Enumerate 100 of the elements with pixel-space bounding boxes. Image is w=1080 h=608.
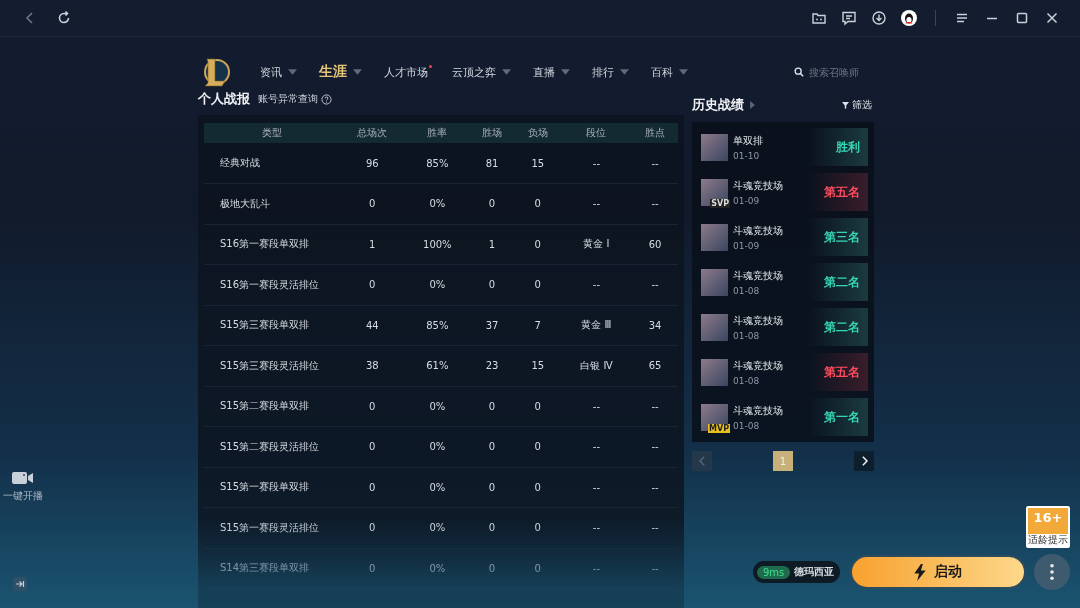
nav-tab[interactable]: 资讯 [260,62,282,82]
table-cell: 0 [339,183,406,224]
table-cell: -- [560,507,633,548]
table-cell: 0% [405,386,470,427]
table-cell: 0% [405,426,470,467]
caret-icon[interactable] [679,69,688,75]
match-mode: 斗魂竞技场 [733,403,784,418]
column-header: 胜点 [632,123,678,143]
table-cell: S15第三赛段单双排 [204,305,339,346]
search-icon[interactable] [794,67,804,77]
column-header: 胜场 [469,123,515,143]
table-cell: 0 [339,386,406,427]
table-cell: -- [560,426,633,467]
match-row[interactable]: 斗魂竞技场 01-08 第五名 [698,353,868,391]
help-icon[interactable] [321,93,332,105]
camera-icon[interactable] [12,471,34,485]
caret-icon[interactable] [502,69,511,75]
more-icon[interactable] [1034,554,1071,590]
folder-icon[interactable] [811,10,827,26]
table-cell: 81 [469,143,515,184]
table-cell: 61% [405,345,470,386]
table-cell: 1 [469,224,515,265]
table-cell: 0 [469,467,515,508]
column-header: 负场 [514,123,561,143]
table-cell: 极地大乱斗 [204,183,339,224]
game-logo[interactable] [202,57,230,87]
table-cell: 23 [469,345,515,386]
table-cell: -- [632,143,678,184]
table-cell: 44 [339,305,406,346]
rank-badge: MVP [708,423,730,433]
match-row[interactable]: 斗魂竞技场 01-09 第三名 [698,218,868,256]
match-row[interactable]: 斗魂竞技场 01-08 第二名 [698,308,868,346]
table-cell: -- [560,183,633,224]
match-date: 01-09 [733,195,761,206]
table-cell: S15第三赛段灵活排位 [204,345,339,386]
table-cell: 0 [339,264,406,305]
maximize-icon[interactable] [1014,10,1030,26]
match-row[interactable]: MVP 斗魂竞技场 01-08 第一名 [698,398,868,436]
table-cell: 0 [514,548,561,589]
champion-portrait [701,358,728,386]
search-field[interactable]: 搜索召唤师 [809,66,879,78]
start-live-label[interactable]: 一键开播 [3,489,43,503]
nav-tab[interactable]: 百科 [651,62,673,82]
match-date: 01-08 [733,330,761,341]
caret-icon[interactable] [288,69,297,75]
table-cell: 96 [339,143,406,184]
table-cell: -- [632,467,678,508]
table-cell: 34 [632,305,678,346]
launch-button[interactable]: 启动 [850,555,1027,589]
table-cell: 白银 Ⅳ [560,345,633,386]
table-cell: -- [560,143,633,184]
table-cell: 0 [514,426,561,467]
table-cell: S14第三赛段单双排 [204,548,339,589]
table-cell: 1 [339,224,406,265]
refresh-icon[interactable] [56,10,72,26]
user-avatar-icon[interactable] [901,10,917,26]
table-cell: 0 [339,426,406,467]
table-cell: 38 [339,345,406,386]
filter-icon[interactable] [842,101,849,109]
table-cell: -- [632,264,678,305]
match-date: 01-10 [733,150,761,161]
match-row[interactable]: 斗魂竞技场 01-08 第二名 [698,263,868,301]
match-row[interactable]: SVP 斗魂竞技场 01-09 第五名 [698,173,868,211]
table-cell: 85% [405,305,470,346]
table-cell: 0 [469,183,515,224]
table-cell: 0% [405,183,470,224]
table-cell: 黄金 Ⅲ [560,305,633,346]
table-cell: 85% [405,143,470,184]
download-icon[interactable] [871,10,887,26]
account-check-link[interactable]: 账号异常查询 [258,92,318,106]
table-cell: -- [560,386,633,427]
rank-badge: SVP [710,198,730,208]
nav-tab[interactable]: 云顶之弈 [452,62,496,82]
caret-icon[interactable] [353,69,362,75]
column-header: 总场次 [339,123,406,143]
table-cell: 65 [632,345,678,386]
server-selector[interactable]: 9ms 德玛西亚 [753,561,841,583]
match-mode: 斗魂竞技场 [733,358,784,373]
nav-tab[interactable]: 排行 [592,62,614,82]
table-cell: 黄金 Ⅰ [560,224,633,265]
next-page-button[interactable] [854,451,874,471]
table-cell: 0 [469,264,515,305]
nav-tab[interactable]: 生涯 [319,61,347,83]
champion-portrait [701,223,728,251]
table-cell: -- [560,548,633,589]
close-icon[interactable] [1044,10,1060,26]
filter-button[interactable]: 筛选 [852,98,872,112]
caret-icon[interactable] [620,69,629,75]
nav-tab[interactable]: 直播 [533,62,555,82]
match-date: 01-08 [733,285,761,296]
champion-portrait [701,133,728,161]
message-icon[interactable] [841,10,857,26]
match-date: 01-08 [733,375,761,386]
collapse-icon[interactable] [13,577,27,591]
caret-icon[interactable] [561,69,570,75]
nav-tab[interactable]: 人才市场 [384,62,428,82]
chevron-right-icon[interactable] [860,456,868,466]
table-cell: 60 [632,224,678,265]
column-header: 类型 [204,123,339,143]
match-row[interactable]: 单双排 01-10 胜利 [698,128,868,166]
